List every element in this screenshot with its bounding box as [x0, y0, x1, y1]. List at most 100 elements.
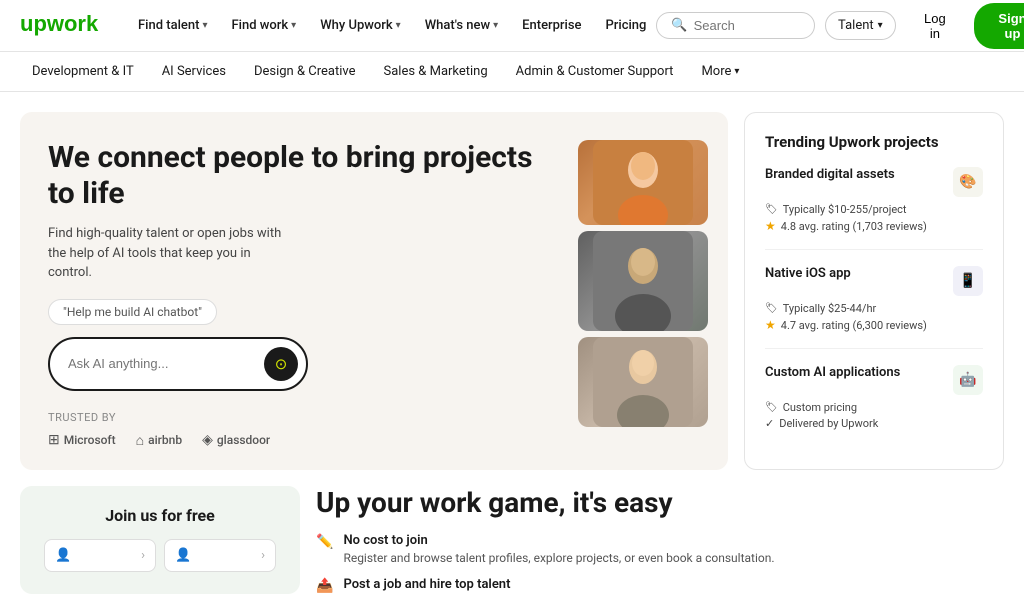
main-content: We connect people to bring projects to l…: [0, 92, 1024, 470]
subnav-admin[interactable]: Admin & Customer Support: [504, 56, 686, 87]
hero-image-mid: [578, 231, 708, 331]
project-detail-1: 🏷 Typically $10-255/project: [765, 203, 983, 216]
person-icon: 👤: [55, 548, 71, 563]
hero-image-bot: [578, 337, 708, 427]
join-input-1[interactable]: 👤 ›: [44, 539, 156, 572]
nav-find-talent[interactable]: Find talent ▾: [128, 12, 217, 39]
microsoft-grid-icon: ⊞: [48, 432, 60, 448]
search-bar[interactable]: 🔍: [656, 12, 815, 39]
trusted-label: TRUSTED BY: [48, 411, 562, 424]
arrow-icon: ›: [141, 548, 145, 563]
arrow-icon-2: ›: [261, 548, 265, 563]
login-button[interactable]: Log in: [906, 5, 964, 47]
microsoft-logo: ⊞ Microsoft: [48, 432, 116, 448]
person-icon-2: 👤: [175, 548, 191, 563]
svg-text:upwork: upwork: [20, 12, 99, 36]
nav-enterprise[interactable]: Enterprise: [512, 12, 591, 39]
project-item-2: Native iOS app 📱 🏷 Typically $25-44/hr ★…: [765, 266, 983, 349]
subnav-ai-services[interactable]: AI Services: [150, 56, 238, 87]
suggestion-chip[interactable]: "Help me build AI chatbot": [48, 299, 217, 325]
star-icon: ★: [765, 219, 776, 233]
chevron-down-icon: ▾: [291, 20, 296, 31]
person-image-3: [593, 337, 693, 427]
trusted-section: TRUSTED BY ⊞ Microsoft ⌂ airbnb ◈ glassd…: [48, 411, 562, 449]
project-rating-2: ★ 4.7 avg. rating (6,300 reviews): [765, 318, 983, 332]
sub-navigation: Development & IT AI Services Design & Cr…: [0, 52, 1024, 92]
checkmark-icon: ✓: [765, 417, 774, 430]
glassdoor-icon: ◈: [202, 432, 213, 448]
airbnb-logo: ⌂ airbnb: [136, 432, 182, 449]
project-name-2: Native iOS app: [765, 266, 851, 281]
project-name-1: Branded digital assets: [765, 167, 895, 182]
talent-dropdown[interactable]: Talent ▾: [825, 11, 896, 40]
search-input[interactable]: [694, 18, 800, 33]
ai-search-button[interactable]: ⊙: [264, 347, 298, 381]
game-item-2: 📤 Post a job and hire top talent: [316, 577, 1004, 594]
nav-links: Find talent ▾ Find work ▾ Why Upwork ▾ W…: [128, 12, 656, 39]
ai-search-container: ⊙: [48, 337, 308, 391]
subnav-sales[interactable]: Sales & Marketing: [372, 56, 500, 87]
project-header-3: Custom AI applications 🤖: [765, 365, 983, 395]
price-tag-icon-2: 🏷: [765, 303, 778, 314]
hero-image-top: [578, 140, 708, 225]
game-section: Up your work game, it's easy ✏️ No cost …: [316, 486, 1004, 594]
signup-button[interactable]: Sign up: [974, 3, 1024, 49]
project-icon-3: 🤖: [953, 365, 983, 395]
subnav-design[interactable]: Design & Creative: [242, 56, 368, 87]
search-icon: 🔍: [671, 18, 687, 33]
star-icon-2: ★: [765, 318, 776, 332]
price-tag-icon-3: 🏷: [765, 402, 778, 413]
project-detail-2: 🏷 Typically $25-44/hr: [765, 302, 983, 315]
project-icon-1: 🎨: [953, 167, 983, 197]
trending-title: Trending Upwork projects: [765, 133, 983, 151]
glassdoor-logo: ◈ glassdoor: [202, 432, 270, 448]
chevron-down-icon: ▾: [734, 66, 739, 77]
nav-find-work[interactable]: Find work ▾: [221, 12, 306, 39]
project-header-2: Native iOS app 📱: [765, 266, 983, 296]
person-image-2: [593, 231, 693, 331]
airbnb-icon: ⌂: [136, 432, 144, 449]
ai-search-input[interactable]: [68, 356, 256, 371]
chevron-down-icon: ▾: [493, 20, 498, 31]
game-item-title-2: Post a job and hire top talent: [343, 577, 510, 592]
project-header-1: Branded digital assets 🎨: [765, 167, 983, 197]
chevron-down-icon: ▾: [878, 20, 883, 31]
project-delivered-3: ✓ Delivered by Upwork: [765, 417, 983, 430]
top-navigation: upwork Find talent ▾ Find work ▾ Why Upw…: [0, 0, 1024, 52]
join-input-2[interactable]: 👤 ›: [164, 539, 276, 572]
game-items: ✏️ No cost to join Register and browse t…: [316, 533, 1004, 594]
join-card: Join us for free 👤 › 👤 ›: [20, 486, 300, 594]
game-title: Up your work game, it's easy: [316, 486, 1004, 519]
nav-right: 🔍 Talent ▾ Log in Sign up: [656, 3, 1024, 49]
join-inputs: 👤 › 👤 ›: [44, 539, 276, 572]
trusted-logos: ⊞ Microsoft ⌂ airbnb ◈ glassdoor: [48, 432, 562, 449]
subnav-development[interactable]: Development & IT: [20, 56, 146, 87]
hero-images: [578, 140, 708, 450]
project-name-3: Custom AI applications: [765, 365, 900, 380]
price-tag-icon: 🏷: [765, 204, 778, 215]
project-item-3: Custom AI applications 🤖 🏷 Custom pricin…: [765, 365, 983, 430]
project-item-1: Branded digital assets 🎨 🏷 Typically $10…: [765, 167, 983, 250]
person-image-1: [593, 140, 693, 225]
hero-content: We connect people to bring projects to l…: [48, 140, 562, 450]
trending-card: Trending Upwork projects Branded digital…: [744, 112, 1004, 470]
game-item-title-1: No cost to join: [343, 533, 774, 548]
subnav-more[interactable]: More ▾: [689, 56, 751, 87]
hero-card: We connect people to bring projects to l…: [20, 112, 728, 470]
post-icon: 📤: [316, 578, 333, 594]
search-submit-icon: ⊙: [275, 355, 288, 373]
edit-icon: ✏️: [316, 534, 333, 550]
nav-pricing[interactable]: Pricing: [596, 12, 657, 39]
upwork-logo[interactable]: upwork: [20, 12, 104, 40]
chevron-down-icon: ▾: [202, 20, 207, 31]
project-rating-1: ★ 4.8 avg. rating (1,703 reviews): [765, 219, 983, 233]
join-title: Join us for free: [44, 506, 276, 525]
bottom-row: Join us for free 👤 › 👤 › Up your work ga…: [0, 470, 1024, 594]
game-item-desc-1: Register and browse talent profiles, exp…: [343, 550, 774, 567]
nav-whats-new[interactable]: What's new ▾: [415, 12, 508, 39]
hero-subtitle: Find high-quality talent or open jobs wi…: [48, 224, 288, 283]
project-detail-3: 🏷 Custom pricing: [765, 401, 983, 414]
nav-why-upwork[interactable]: Why Upwork ▾: [310, 12, 411, 39]
chevron-down-icon: ▾: [396, 20, 401, 31]
game-item-1: ✏️ No cost to join Register and browse t…: [316, 533, 1004, 567]
